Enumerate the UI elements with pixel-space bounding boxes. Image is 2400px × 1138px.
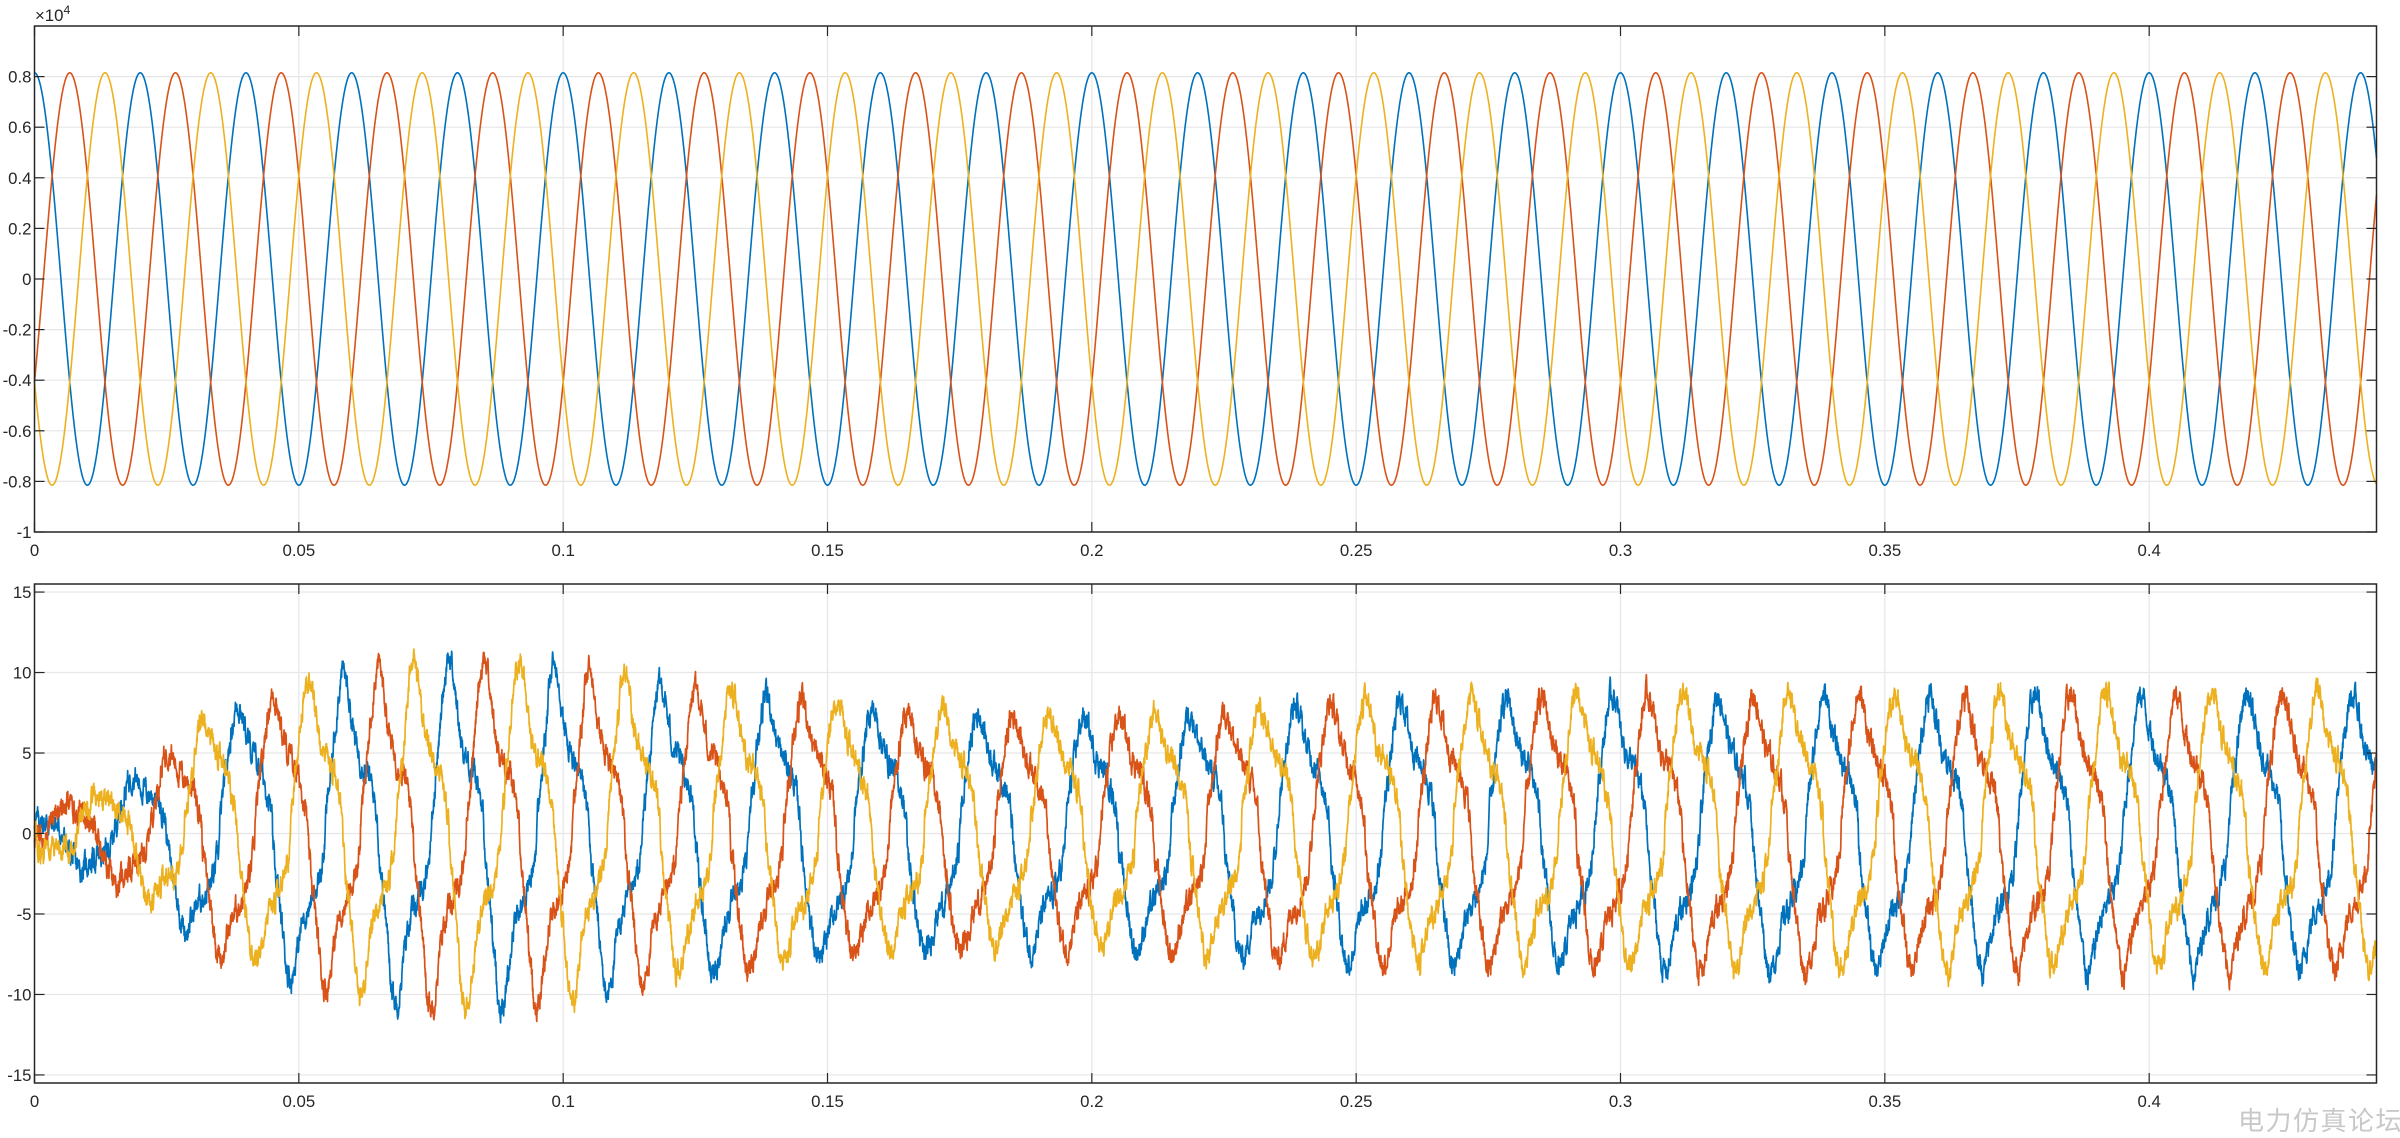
voltage-y-tick-label: -0.2 [3, 321, 32, 340]
current-y-tick-label: -15 [7, 1066, 31, 1085]
current-y-tick-label: 5 [22, 744, 31, 763]
current-x-tick-label: 0.05 [282, 1092, 315, 1111]
voltage-y-tick-label: -0.6 [3, 422, 32, 441]
current-y-tick-label: 10 [13, 664, 32, 683]
watermark: 电力仿真论坛 [2238, 1107, 2400, 1137]
voltage-x-tick-label: 0.35 [1869, 541, 1902, 560]
voltage-y-tick-label: 0.6 [8, 118, 31, 137]
current-x-tick-label: 0.2 [1080, 1092, 1103, 1111]
current-x-tick-label: 0.15 [811, 1092, 844, 1111]
voltage-x-tick-label: 0 [30, 541, 39, 560]
voltage-x-tick-label: 0.4 [2138, 541, 2161, 560]
voltage-x-tick-label: 0.15 [811, 541, 844, 560]
voltage-y-tick-label: 0.8 [8, 68, 31, 87]
voltage-y-tick-label: 0.2 [8, 219, 31, 238]
current-y-tick-label: -10 [7, 985, 31, 1004]
current-x-tick-label: 0.35 [1869, 1092, 1902, 1111]
figure: -1 -0.8 -0.6 -0.4 -0.2 0 0.2 0.4 0.6 0.8 0 0.05 0.1… [0, 0, 2400, 1138]
voltage-y-tick-label: -0.8 [3, 472, 32, 491]
voltage-x-tick-label: 0.1 [551, 541, 574, 560]
figure-background [0, 0, 2400, 1138]
voltage-x-tick-label: 0.25 [1340, 541, 1373, 560]
current-x-tick-label: 0.25 [1340, 1092, 1373, 1111]
current-x-tick-label: 0.4 [2138, 1092, 2161, 1111]
voltage-x-tick-label: 0.3 [1609, 541, 1632, 560]
current-x-tick-label: 0 [30, 1092, 39, 1111]
voltage-y-tick-label: -0.4 [3, 371, 32, 390]
current-x-tick-label: 0.3 [1609, 1092, 1632, 1111]
current-y-tick-label: 15 [13, 583, 32, 602]
current-y-tick-label: 0 [22, 825, 31, 844]
voltage-x-tick-label: 0.05 [282, 541, 315, 560]
current-x-tick-label: 0.1 [551, 1092, 574, 1111]
voltage-y-tick-label: -1 [17, 523, 32, 542]
voltage-y-tick-label: 0 [22, 270, 31, 289]
voltage-x-tick-label: 0.2 [1080, 541, 1103, 560]
current-y-tick-label: -5 [17, 905, 32, 924]
voltage-y-tick-label: 0.4 [8, 169, 31, 188]
